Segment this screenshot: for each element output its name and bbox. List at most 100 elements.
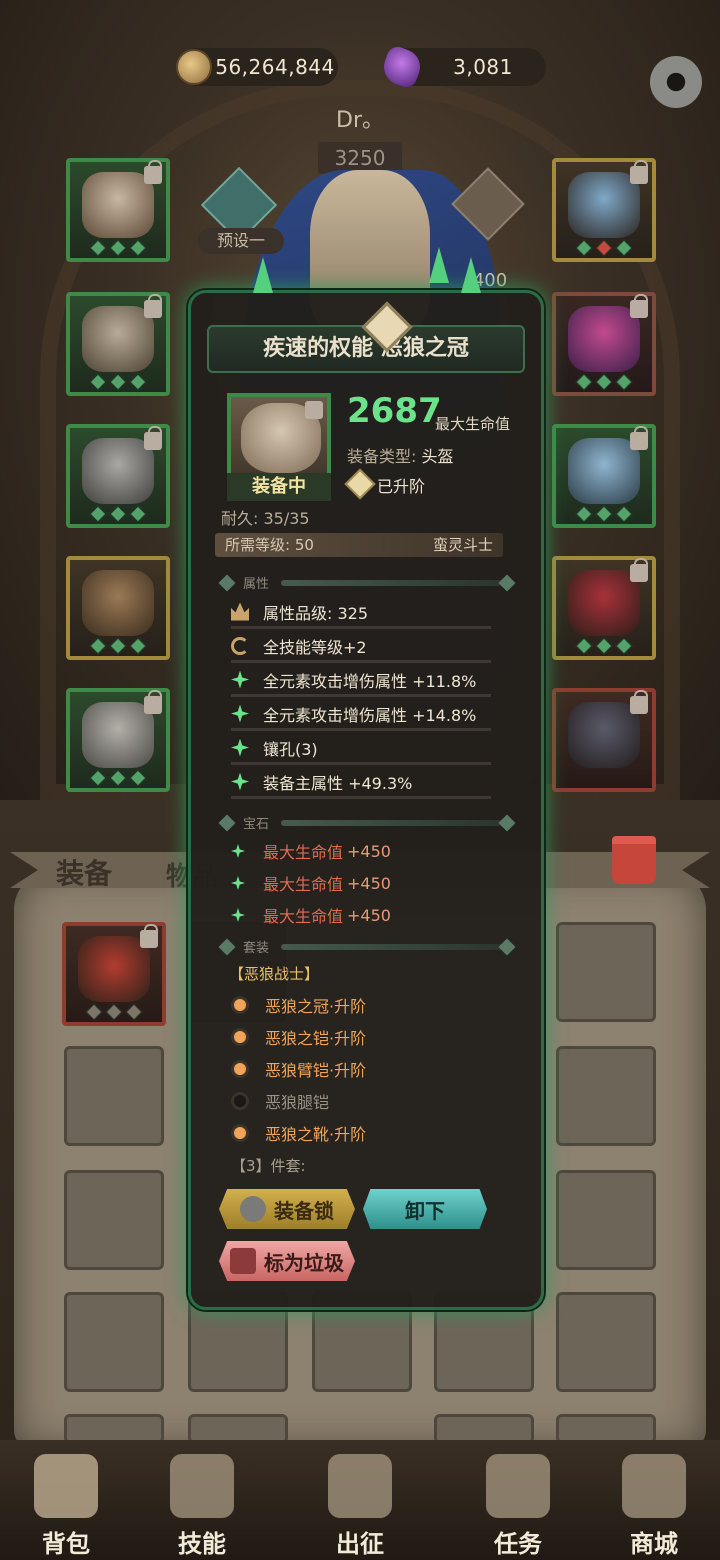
equip-lock-button[interactable]: 装备锁 bbox=[219, 1189, 355, 1229]
durability: 耐久: 35/35 bbox=[221, 509, 310, 528]
section-label: 宝石 bbox=[243, 817, 270, 832]
nav-label: 任务 bbox=[494, 1530, 542, 1558]
bag-cell[interactable] bbox=[64, 1292, 164, 1392]
nav-skills[interactable]: 技能 bbox=[142, 1440, 262, 1560]
bag-cell[interactable] bbox=[556, 922, 656, 1022]
equip-slot-offhand[interactable] bbox=[552, 688, 656, 792]
gem-stat-value: +450 bbox=[347, 905, 391, 925]
item-title: 疾速的权能 恶狼之冠 bbox=[207, 301, 525, 373]
gem-stat-name: 最大生命值 bbox=[263, 907, 344, 926]
nav-label: 技能 bbox=[178, 1530, 226, 1558]
set-bonus-count: 【3】件套: bbox=[231, 1157, 306, 1175]
nav-tasks[interactable]: 任务 bbox=[458, 1440, 578, 1560]
unequip-button[interactable]: 卸下 bbox=[363, 1189, 487, 1229]
coin-counter: 56,264,844 bbox=[176, 48, 338, 86]
equip-slot-boots[interactable] bbox=[66, 688, 170, 792]
item-title-text: 疾速的权能 恶狼之冠 bbox=[263, 336, 469, 361]
bag-item-axe[interactable] bbox=[62, 922, 166, 1026]
hero-name: Dr。 bbox=[336, 108, 384, 133]
gem-row: 最大生命值 +450 bbox=[231, 837, 391, 865]
set-item: 恶狼之靴·升阶 bbox=[231, 1119, 366, 1147]
attribute-row: 全元素攻击增伤属性 +14.8% bbox=[231, 699, 491, 731]
equip-slot-ring[interactable] bbox=[552, 424, 656, 528]
lock-icon bbox=[144, 426, 162, 450]
tab-equipment[interactable]: 装备 bbox=[56, 852, 112, 892]
lock-icon bbox=[140, 924, 158, 948]
required-level: 所需等级: 50 bbox=[225, 536, 314, 554]
padlock-icon bbox=[240, 1196, 266, 1222]
shop-icon bbox=[622, 1454, 686, 1518]
equip-slot-helmet[interactable] bbox=[66, 158, 170, 262]
equip-slot-gauntlet[interactable] bbox=[66, 424, 170, 528]
preset-button[interactable]: 预设一 bbox=[198, 228, 284, 254]
attribute-text: 全元素攻击增伤属性 +14.8% bbox=[263, 705, 477, 725]
gem-row: 最大生命值 +450 bbox=[231, 869, 391, 897]
equipped-badge: 装备中 bbox=[227, 473, 331, 501]
diamond-icon bbox=[218, 938, 236, 955]
requirement-bar: 所需等级: 50 蛮灵斗士 bbox=[215, 533, 503, 557]
skill-book-icon bbox=[170, 1454, 234, 1518]
equip-slot-amulet[interactable] bbox=[552, 292, 656, 396]
set-item: 恶狼臂铠·升阶 bbox=[231, 1055, 366, 1083]
spark-icon bbox=[231, 670, 249, 689]
diamond-icon bbox=[218, 814, 236, 831]
nav-label: 背包 bbox=[42, 1530, 90, 1558]
gem-spark-icon bbox=[231, 876, 245, 890]
nav-backpack[interactable]: 背包 bbox=[6, 1440, 126, 1560]
section-label: 套装 bbox=[243, 941, 270, 956]
unequip-label: 卸下 bbox=[405, 1198, 445, 1223]
attribute-row: 属性品级: 325 bbox=[231, 597, 491, 629]
equip-slot-legs[interactable] bbox=[66, 556, 170, 660]
set-item-name: 恶狼之铠·升阶 bbox=[265, 1029, 367, 1048]
gem-spark-icon bbox=[231, 844, 245, 858]
mark-junk-button[interactable]: 标为垃圾 bbox=[219, 1241, 355, 1281]
attribute-row: 全元素攻击增伤属性 +11.8% bbox=[231, 665, 491, 697]
lock-icon bbox=[144, 690, 162, 714]
attribute-row: 装备主属性 +49.3% bbox=[231, 767, 491, 799]
nav-expedition[interactable]: 出征 bbox=[300, 1440, 420, 1560]
bottom-nav: 背包 技能 出征 任务 商城 bbox=[0, 1440, 720, 1560]
frame-spike bbox=[461, 257, 481, 293]
gem-stat-name: 最大生命值 bbox=[263, 875, 344, 894]
equip-slot-armor[interactable] bbox=[66, 292, 170, 396]
upgraded-label: 已升阶 bbox=[377, 477, 426, 496]
trash-can-icon[interactable] bbox=[612, 836, 656, 884]
gem-stat-value: +450 bbox=[347, 873, 391, 893]
lock-icon bbox=[630, 690, 648, 714]
set-item-name: 恶狼腿铠 bbox=[265, 1093, 330, 1112]
coin-icon bbox=[176, 49, 212, 85]
bag-cell[interactable] bbox=[64, 1170, 164, 1270]
section-attributes: 属性 bbox=[218, 573, 516, 592]
spark-icon bbox=[231, 704, 249, 723]
main-stat-name: 最大生命值 bbox=[435, 415, 511, 433]
bag-cell[interactable] bbox=[556, 1170, 656, 1270]
item-tooltip: 疾速的权能 恶狼之冠 装备中 2687 最大生命值 装备类型: 头盔 已升阶 耐… bbox=[188, 247, 544, 1310]
spark-icon bbox=[231, 772, 249, 791]
bag-cell[interactable] bbox=[556, 1046, 656, 1146]
set-item-name: 恶狼之靴·升阶 bbox=[265, 1125, 367, 1144]
cycle-icon bbox=[231, 636, 249, 655]
lock-icon bbox=[144, 160, 162, 184]
sword-icon bbox=[328, 1454, 392, 1518]
crown-icon bbox=[231, 602, 249, 621]
equip-slot-weapon[interactable] bbox=[552, 556, 656, 660]
equip-lock-label: 装备锁 bbox=[274, 1198, 334, 1223]
gear-icon[interactable] bbox=[650, 56, 702, 108]
section-gems: 宝石 bbox=[218, 813, 516, 832]
set-item: 恶狼之冠·升阶 bbox=[231, 991, 366, 1019]
attribute-text: 全元素攻击增伤属性 +11.8% bbox=[263, 671, 477, 691]
main-stat-value: 2687 bbox=[347, 391, 442, 431]
item-type-label: 装备类型: bbox=[347, 447, 417, 466]
equip-slot-necklace[interactable] bbox=[552, 158, 656, 262]
divider bbox=[281, 579, 507, 586]
attribute-text: 属性品级: 325 bbox=[263, 603, 369, 623]
set-item-name: 恶狼臂铠·升阶 bbox=[265, 1061, 367, 1080]
nav-shop[interactable]: 商城 bbox=[594, 1440, 714, 1560]
lock-icon bbox=[305, 401, 323, 419]
bag-cell[interactable] bbox=[64, 1046, 164, 1146]
spark-icon bbox=[231, 738, 249, 757]
bag-cell[interactable] bbox=[556, 1292, 656, 1392]
attribute-row: 镶孔(3) bbox=[231, 733, 491, 765]
nav-label: 商城 bbox=[630, 1530, 678, 1558]
legs-icon bbox=[82, 570, 154, 636]
